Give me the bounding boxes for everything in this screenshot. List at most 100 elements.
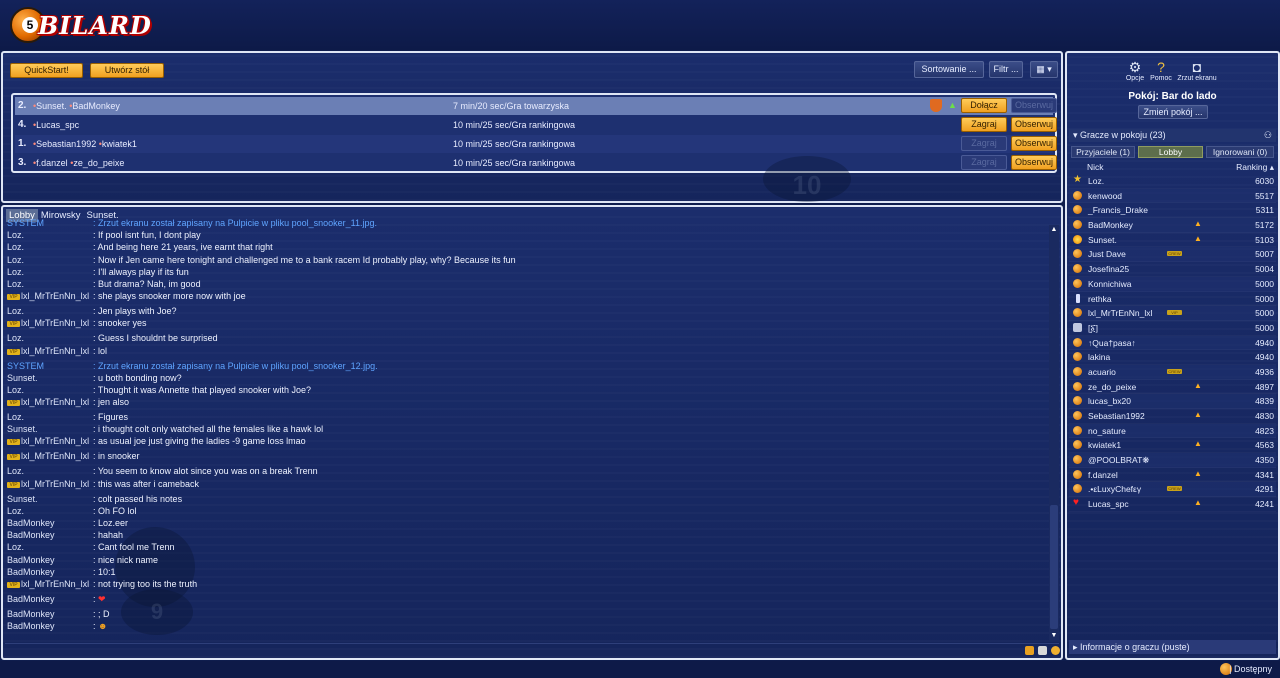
player-row[interactable]: Konnichiwa 5000	[1069, 276, 1276, 292]
table-row[interactable]: 3. •f.danzel •ze_do_peixe 10 min/25 sec/G…	[15, 154, 1057, 172]
chat-author[interactable]: Loz.	[7, 230, 24, 240]
book-icon[interactable]	[1038, 646, 1047, 655]
join-button[interactable]: Dołącz	[961, 98, 1007, 113]
player-row[interactable]: ★ Loz. 6030	[1069, 174, 1276, 189]
chat-author[interactable]: VIP lxl_MrTrEnNn_lxl	[7, 579, 89, 589]
chat-author[interactable]: BadMonkey	[7, 555, 55, 565]
chat-author[interactable]: Loz.	[7, 333, 24, 343]
chat-author[interactable]: Loz.	[7, 385, 24, 395]
tab-ignored[interactable]: Ignorowani (0)	[1206, 146, 1274, 158]
chat-author[interactable]: Loz.	[7, 267, 24, 277]
player-row[interactable]: .•εLuxyChefεγ CREW 4291	[1069, 482, 1276, 498]
filter-button[interactable]: Filtr ...	[989, 61, 1023, 78]
player-row[interactable]: acuario CREW 4936	[1069, 364, 1276, 380]
player-row[interactable]: kwiatek1 ▲ 4563	[1069, 438, 1276, 453]
chat-scrollbar[interactable]: ▲ ▼	[1049, 225, 1059, 641]
chat-author[interactable]: VIP lxl_MrTrEnNn_lxl	[7, 479, 89, 489]
players-section-header[interactable]: ▾ Gracze w pokoju (23) ⚇	[1069, 129, 1276, 142]
scroll-down-icon[interactable]: ▼	[1049, 631, 1059, 640]
player-row[interactable]: ♥ Lucas_spc ▲ 4241	[1069, 497, 1276, 512]
chat-author[interactable]: VIP lxl_MrTrEnNn_lxl	[7, 451, 89, 461]
help-button[interactable]: ? Pomoc	[1148, 59, 1174, 82]
chat-author[interactable]: SYSTEM	[7, 361, 44, 371]
sort-button[interactable]: Sortowanie ...	[914, 61, 984, 78]
chat-author[interactable]: BadMonkey	[7, 609, 55, 619]
play-button[interactable]: Zagraj	[961, 155, 1007, 170]
tab-lobby[interactable]: Lobby	[1138, 146, 1203, 158]
player-row[interactable]: lucas_bx20 4839	[1069, 394, 1276, 409]
chat-author[interactable]: VIP lxl_MrTrEnNn_lxl	[7, 318, 89, 328]
chat-author[interactable]: VIP lxl_MrTrEnNn_lxl	[7, 436, 89, 446]
table-row[interactable]: 4. •Lucas_spc 10 min/25 sec/Gra rankingow…	[15, 116, 1057, 134]
scroll-up-icon[interactable]: ▲	[1049, 225, 1059, 234]
col-nick-header[interactable]: Nick	[1087, 162, 1104, 172]
chat-author[interactable]: Loz.	[7, 466, 24, 476]
chat-input-bar[interactable]	[5, 643, 1060, 657]
chat-line: VIP lxl_MrTrEnNn_lxl: this was after i ca…	[5, 479, 1049, 494]
chat-author[interactable]: BadMonkey	[7, 621, 55, 631]
player-row[interactable]: kenwood 5517	[1069, 188, 1276, 204]
chat-author[interactable]: BadMonkey	[7, 530, 55, 540]
tab-friends[interactable]: Przyjaciele (1)	[1071, 146, 1135, 158]
avatar-icon	[1073, 425, 1082, 435]
player-row[interactable]: f.danzel ▲ 4341	[1069, 468, 1276, 483]
folder-icon[interactable]	[1025, 646, 1034, 655]
player-info-bar[interactable]: ▸ Informacje o graczu (puste)	[1069, 640, 1276, 654]
play-button[interactable]: Zagraj	[961, 136, 1007, 151]
view-grid-button[interactable]: ▦ ▾	[1030, 61, 1058, 78]
player-row[interactable]: Just Dave CREW 5007	[1069, 247, 1276, 263]
observe-button[interactable]: Obserwuj	[1011, 155, 1057, 170]
chat-author[interactable]: Loz.	[7, 255, 24, 265]
chat-author[interactable]: Loz.	[7, 506, 24, 516]
chat-author[interactable]: Sunset.	[7, 494, 38, 504]
chat-author[interactable]: BadMonkey	[7, 594, 55, 604]
chat-message: : 10:1	[93, 567, 116, 577]
chat-author[interactable]: VIP lxl_MrTrEnNn_lxl	[7, 291, 89, 301]
col-rank-header[interactable]: Ranking ▴	[1236, 162, 1274, 173]
player-row[interactable]: lakina 4940	[1069, 350, 1276, 365]
play-button[interactable]: Zagraj	[961, 117, 1007, 132]
player-row[interactable]: rethka 5000	[1069, 292, 1276, 307]
chat-author[interactable]: Loz.	[7, 242, 24, 252]
chat-author[interactable]: Loz.	[7, 306, 24, 316]
player-row[interactable]: @POOLBRAT❋ 4350	[1069, 453, 1276, 468]
chat-author[interactable]: Loz.	[7, 542, 24, 552]
people-icon[interactable]: ⚇	[1264, 129, 1272, 142]
player-row[interactable]: ↑Qua†pasa↑ 4940	[1069, 335, 1276, 351]
table-row[interactable]: 2. •Sunset. •BadMonkey 7 min/20 sec/Gra t…	[15, 97, 1057, 115]
chat-author[interactable]: SYSTEM	[7, 218, 44, 228]
screenshot-button[interactable]: ◘ Zrzut ekranu	[1175, 59, 1219, 82]
chat-author[interactable]: VIP lxl_MrTrEnNn_lxl	[7, 346, 89, 356]
chat-author[interactable]: BadMonkey	[7, 518, 55, 528]
observe-button[interactable]: Obserwuj	[1011, 136, 1057, 151]
player-row[interactable]: Sunset. ▲ 5103	[1069, 233, 1276, 248]
table-info: 10 min/25 sec/Gra rankingowa	[453, 120, 576, 130]
scroll-thumb[interactable]	[1050, 505, 1058, 629]
table-row[interactable]: 1. •Sebastian1992 •kwiatek1 10 min/25 sec…	[15, 135, 1057, 153]
observe-button[interactable]: Obserwuj	[1011, 98, 1057, 113]
chat-author-name: Sunset.	[7, 424, 38, 435]
player-row[interactable]: no_sature 4823	[1069, 423, 1276, 439]
chat-line: BadMonkey: ❤	[5, 594, 1049, 609]
player-row[interactable]: [፩] 5000	[1069, 321, 1276, 336]
options-button[interactable]: ⚙ Opcje	[1122, 59, 1148, 82]
player-row[interactable]: ze_do_peixe ▲ 4897	[1069, 380, 1276, 395]
chat-author[interactable]: BadMonkey	[7, 567, 55, 577]
player-row[interactable]: BadMonkey ▲ 5172	[1069, 218, 1276, 233]
player-row[interactable]: lxl_MrTrEnNn_lxl VIP 5000	[1069, 306, 1276, 321]
status-text[interactable]: | Dostępny	[1229, 664, 1272, 674]
chat-author[interactable]: Loz.	[7, 412, 24, 422]
chat-author[interactable]: Sunset.	[7, 424, 38, 434]
create-table-button[interactable]: Utwórz stół	[90, 63, 164, 78]
quickstart-button[interactable]: QuickStart!	[10, 63, 83, 78]
chat-author[interactable]: VIP lxl_MrTrEnNn_lxl	[7, 397, 89, 407]
smiley-icon[interactable]	[1051, 646, 1060, 655]
player-row[interactable]: Sebastian1992 ▲ 4830	[1069, 409, 1276, 424]
observe-button[interactable]: Obserwuj	[1011, 117, 1057, 132]
chat-author[interactable]: Sunset.	[7, 373, 38, 383]
change-room-button[interactable]: Zmień pokój ...	[1138, 105, 1208, 119]
player-row[interactable]: Josefina25 5004	[1069, 262, 1276, 277]
chat-author[interactable]: Loz.	[7, 279, 24, 289]
chat-log[interactable]: SYSTEM: Zrzut ekranu został zapisany na …	[5, 218, 1049, 638]
player-row[interactable]: _Francis_Drake 5311	[1069, 203, 1276, 218]
